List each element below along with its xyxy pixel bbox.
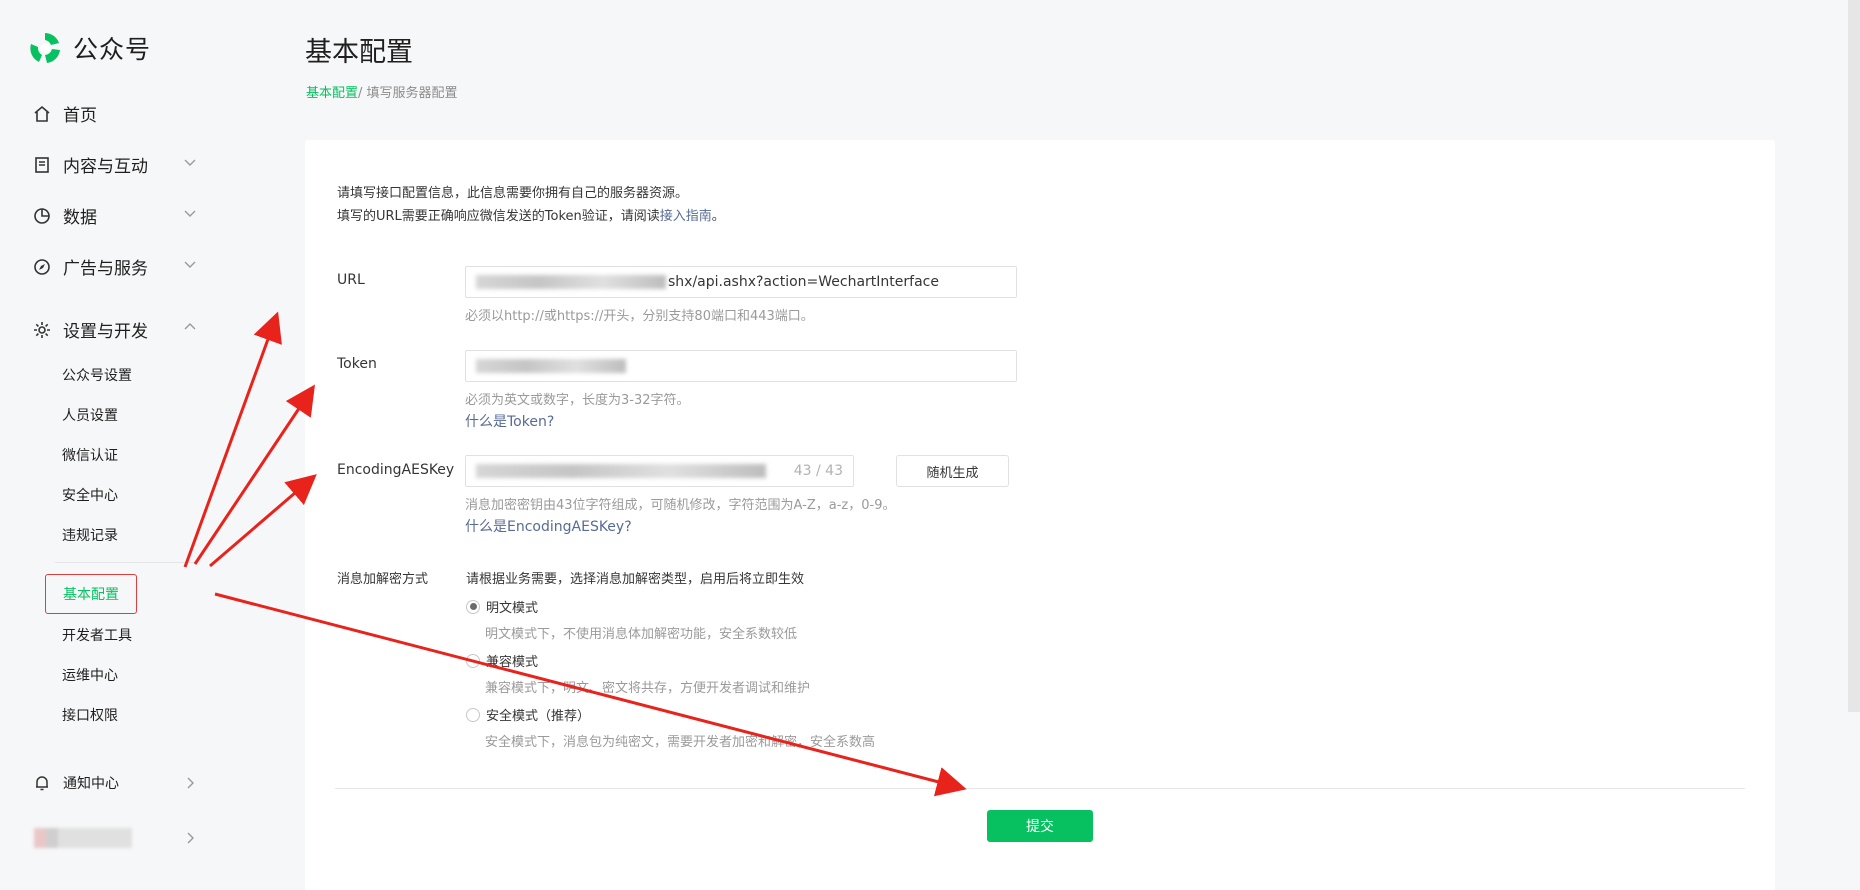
url-value: shx/api.ashx?action=WechartInterface — [668, 274, 939, 290]
chevron-right-icon — [187, 777, 194, 789]
wechat-official-logo-icon — [30, 33, 60, 63]
intro-line-2-text: 填写的URL需要正确响应微信发送的Token验证，请阅读 — [337, 209, 660, 224]
mode-plaintext-desc: 明文模式下，不使用消息体加解密功能，安全系数较低 — [485, 627, 798, 642]
url-input[interactable]: shx/api.ashx?action=WechartInterface — [465, 266, 1017, 298]
mode-compatible-radio[interactable]: 兼容模式 — [466, 651, 538, 670]
mode-secure-label: 安全模式（推荐） — [486, 709, 591, 724]
sidebar-item-basic-config[interactable]: 基本配置 — [45, 574, 137, 614]
chevron-down-icon — [184, 261, 196, 268]
sidebar-item-wechat-verification[interactable]: 微信认证 — [62, 445, 118, 465]
sidebar-divider — [55, 562, 195, 563]
intro-line-2-end: 。 — [711, 209, 725, 224]
sidebar-item-violation-records[interactable]: 违规记录 — [62, 525, 118, 545]
submit-button[interactable]: 提交 — [987, 810, 1093, 842]
page-scrollbar[interactable] — [1848, 0, 1860, 712]
aes-key-input[interactable]: 43 / 43 — [465, 455, 854, 487]
aes-key-help-link[interactable]: 什么是EncodingAESKey? — [465, 516, 632, 536]
encryption-mode-intro: 请根据业务需要，选择消息加解密类型，启用后将立即生效 — [466, 572, 805, 587]
nav-content[interactable]: 内容与互动 — [32, 152, 202, 177]
bell-icon — [36, 776, 48, 791]
config-card — [305, 140, 1775, 890]
brand-name: 公众号 — [73, 35, 152, 64]
token-label: Token — [337, 356, 377, 372]
breadcrumb-basic-config[interactable]: 基本配置 — [306, 86, 358, 101]
redacted-text — [476, 464, 766, 478]
chevron-right-icon — [187, 832, 194, 844]
brand[interactable]: 公众号 — [27, 30, 151, 66]
token-input[interactable] — [465, 350, 1017, 382]
radio-unchecked-icon — [466, 653, 480, 668]
nav-content-label: 内容与互动 — [63, 157, 148, 177]
home-icon — [34, 105, 50, 122]
sidebar-item-api-permissions[interactable]: 接口权限 — [62, 705, 118, 725]
mode-plaintext-radio[interactable]: 明文模式 — [466, 597, 538, 616]
document-icon — [35, 156, 49, 173]
intro-text: 请填写接口配置信息，此信息需要你拥有自己的服务器资源。 填写的URL需要正确响应… — [337, 182, 725, 228]
aes-key-label: EncodingAESKey — [337, 462, 455, 478]
url-label: URL — [337, 272, 365, 288]
gear-icon — [34, 321, 50, 338]
sidebar: 公众号 首页 内容与互动 数据 广告与服务 设置与开发 公众号设置 人员设置 微… — [0, 0, 250, 890]
chevron-down-icon — [184, 210, 196, 217]
sidebar-item-developer-tools[interactable]: 开发者工具 — [62, 625, 132, 645]
mode-compatible-label: 兼容模式 — [486, 655, 539, 670]
nav-settings[interactable]: 设置与开发 — [32, 317, 202, 342]
chevron-down-icon — [184, 159, 196, 166]
sidebar-item-staff-settings[interactable]: 人员设置 — [62, 405, 118, 425]
nav-notifications-label: 通知中心 — [63, 776, 119, 792]
url-hint: 必须以http://或https://开头，分别支持80端口和443端口。 — [465, 309, 814, 324]
mode-secure-desc: 安全模式下，消息包为纯密文，需要开发者加密和解密，安全系数高 — [485, 735, 876, 750]
radio-unchecked-icon — [466, 707, 480, 722]
nav-ads[interactable]: 广告与服务 — [32, 254, 202, 279]
nav-notifications[interactable]: 通知中心 — [32, 773, 202, 793]
nav-ads-label: 广告与服务 — [63, 259, 148, 279]
sidebar-item-ops-center[interactable]: 运维中心 — [62, 665, 118, 685]
compass-icon — [34, 258, 50, 275]
chevron-up-icon — [184, 323, 196, 330]
intro-line-1: 请填写接口配置信息，此信息需要你拥有自己的服务器资源。 — [337, 186, 689, 201]
nav-data-label: 数据 — [63, 208, 97, 228]
nav-settings-label: 设置与开发 — [63, 322, 148, 342]
aes-key-hint: 消息加密密钥由43位字符组成，可随机修改，字符范围为A-Z，a-z，0-9。 — [465, 498, 896, 513]
page-title: 基本配置 — [305, 37, 413, 68]
form-divider — [335, 788, 1745, 789]
nav-data[interactable]: 数据 — [32, 203, 202, 228]
token-hint: 必须为英文或数字，长度为3-32字符。 — [465, 393, 690, 408]
mode-compatible-desc: 兼容模式下，明文、密文将共存，方便开发者调试和维护 — [485, 681, 811, 696]
sidebar-item-security-center[interactable]: 安全中心 — [62, 485, 118, 505]
nav-home[interactable]: 首页 — [32, 101, 202, 126]
access-guide-link[interactable]: 接入指南 — [660, 209, 712, 224]
account-avatar[interactable] — [34, 828, 132, 848]
nav-home-label: 首页 — [63, 106, 97, 126]
mode-secure-radio[interactable]: 安全模式（推荐） — [466, 705, 590, 724]
radio-checked-icon — [466, 599, 480, 614]
generate-aes-key-button[interactable]: 随机生成 — [896, 455, 1009, 487]
breadcrumb: 基本配置/ 填写服务器配置 — [306, 82, 458, 101]
redacted-text — [476, 359, 626, 373]
aes-key-counter: 43 / 43 — [793, 463, 843, 479]
sidebar-item-account-settings[interactable]: 公众号设置 — [62, 365, 132, 385]
encryption-mode-label: 消息加解密方式 — [337, 572, 429, 587]
intro-line-2: 填写的URL需要正确响应微信发送的Token验证，请阅读接入指南。 — [337, 205, 725, 228]
pie-chart-icon — [34, 207, 50, 224]
mode-plaintext-label: 明文模式 — [486, 601, 539, 616]
breadcrumb-current: / 填写服务器配置 — [358, 86, 458, 101]
redacted-text — [476, 275, 666, 289]
token-help-link[interactable]: 什么是Token? — [465, 411, 554, 431]
